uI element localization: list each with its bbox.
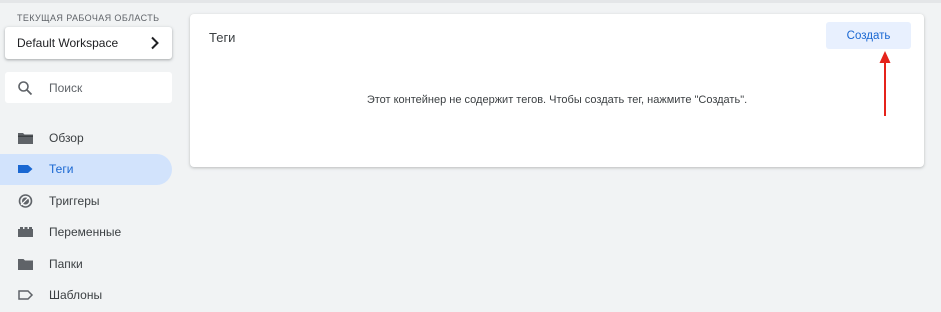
template-icon (17, 288, 34, 302)
sidebar-item-label: Теги (49, 162, 74, 177)
folder-overview-icon (17, 131, 34, 145)
sidebar-item-label: Папки (49, 256, 83, 271)
sidebar-nav: Обзор Теги Триггеры Переменные Папки Шаб… (0, 122, 182, 311)
sidebar-item-folders[interactable]: Папки (0, 248, 172, 280)
sidebar-item-overview[interactable]: Обзор (0, 122, 172, 154)
sidebar: ТЕКУЩАЯ РАБОЧАЯ ОБЛАСТЬ Default Workspac… (0, 0, 182, 312)
search-icon (18, 80, 33, 95)
folder-icon (17, 257, 34, 271)
sidebar-item-templates[interactable]: Шаблоны (0, 280, 172, 312)
empty-state-message: Этот контейнер не содержит тегов. Чтобы … (366, 94, 748, 106)
workspace-selector[interactable]: Default Workspace (5, 27, 172, 59)
search-input[interactable] (49, 80, 159, 95)
workspace-name: Default Workspace (17, 36, 119, 50)
tag-icon (17, 162, 34, 176)
sidebar-item-label: Шаблоны (49, 288, 103, 303)
search-box[interactable] (5, 72, 172, 103)
sidebar-item-variables[interactable]: Переменные (0, 217, 172, 249)
chevron-right-icon (151, 36, 159, 50)
workspace-caption: ТЕКУЩАЯ РАБОЧАЯ ОБЛАСТЬ (17, 13, 160, 23)
create-button[interactable]: Создать (826, 22, 911, 49)
page-title: Теги (209, 30, 236, 45)
sidebar-item-label: Переменные (49, 225, 122, 240)
annotation-arrow-icon (879, 51, 891, 116)
tags-card: Теги Создать Этот контейнер не содержит … (190, 14, 924, 167)
sidebar-item-label: Триггеры (49, 193, 100, 208)
sidebar-item-label: Обзор (49, 130, 84, 145)
variables-icon (17, 225, 34, 239)
trigger-icon (17, 193, 34, 208)
sidebar-item-tags[interactable]: Теги (0, 153, 172, 185)
sidebar-item-triggers[interactable]: Триггеры (0, 185, 172, 217)
